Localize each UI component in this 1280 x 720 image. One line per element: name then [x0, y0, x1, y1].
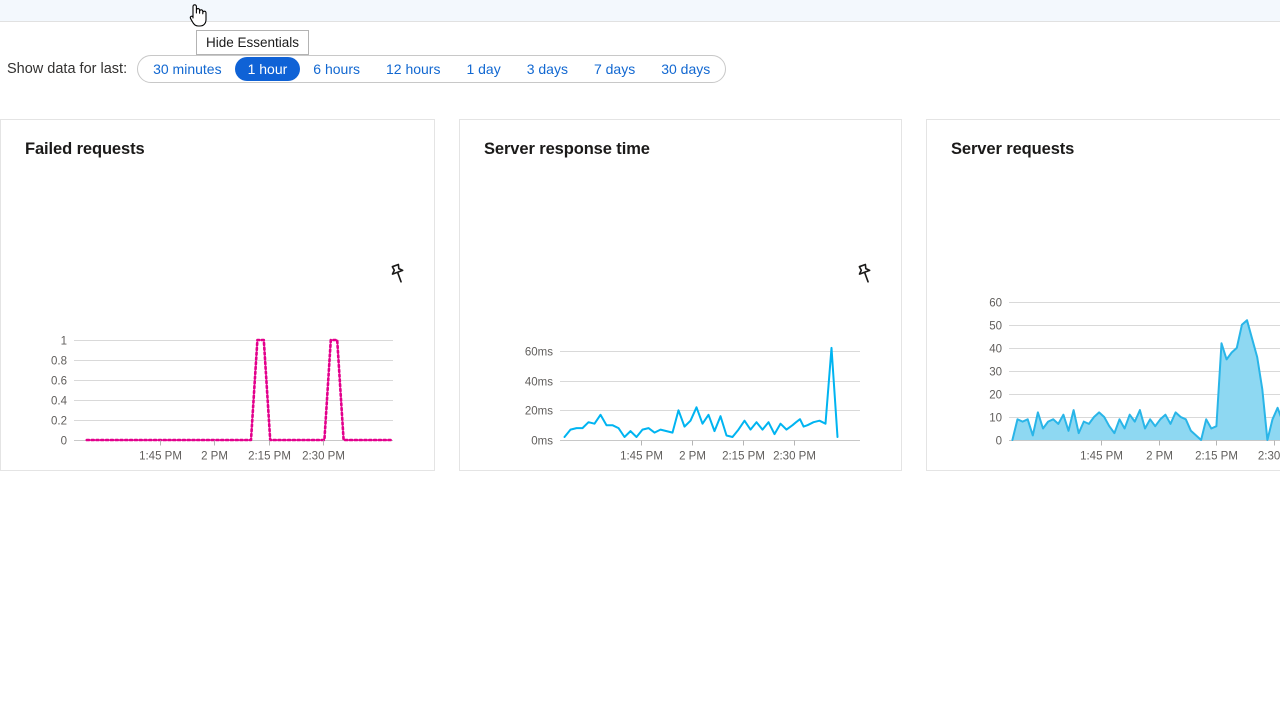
svg-text:2:15 PM: 2:15 PM	[1195, 451, 1238, 463]
time-range-option-12-hours[interactable]: 12 hours	[373, 57, 453, 81]
svg-text:20: 20	[989, 390, 1002, 402]
svg-text:0: 0	[996, 436, 1002, 448]
card-title: Server response time	[484, 140, 650, 158]
server-response-time-chart: 0ms 20ms 40ms 60ms 1:45 PM 2 PM 2:15 PM 2:30 PM	[505, 228, 860, 470]
server-requests-chart: 0 10 20 30 40 50 60 1:45 PM 2 PM 2:15 PM 2:30 P	[977, 201, 1280, 470]
svg-text:1: 1	[61, 336, 67, 348]
svg-text:2 PM: 2 PM	[1146, 451, 1173, 463]
svg-text:2:15 PM: 2:15 PM	[248, 451, 291, 463]
svg-text:2:30 P: 2:30 P	[1258, 451, 1280, 463]
svg-text:40: 40	[989, 344, 1002, 356]
svg-text:2 PM: 2 PM	[201, 451, 228, 463]
time-range-option-1-day[interactable]: 1 day	[453, 57, 513, 81]
time-range-option-1-hour[interactable]: 1 hour	[234, 57, 301, 81]
svg-text:0.2: 0.2	[51, 416, 67, 428]
svg-text:60ms: 60ms	[525, 347, 553, 359]
svg-text:20ms: 20ms	[525, 406, 553, 418]
svg-text:0.6: 0.6	[51, 376, 67, 388]
top-header-strip	[0, 0, 1280, 22]
svg-text:2:15 PM: 2:15 PM	[722, 451, 765, 463]
time-range-label: Show data for last:	[7, 61, 128, 77]
svg-text:10: 10	[989, 413, 1002, 425]
time-range-option-6-hours[interactable]: 6 hours	[300, 57, 373, 81]
svg-text:2 PM: 2 PM	[679, 451, 706, 463]
svg-text:1:45 PM: 1:45 PM	[620, 451, 663, 463]
time-range-selector: Show data for last: 30 minutes 1 hour 6 …	[0, 54, 727, 84]
svg-text:30: 30	[989, 367, 1002, 379]
svg-text:2:30 PM: 2:30 PM	[773, 451, 816, 463]
tooltip-text: Hide Essentials	[206, 34, 300, 50]
time-range-option-7-days[interactable]: 7 days	[581, 57, 648, 81]
time-range-option-30-minutes[interactable]: 30 minutes	[140, 57, 234, 81]
svg-text:0.8: 0.8	[51, 356, 67, 368]
svg-text:1:45 PM: 1:45 PM	[1080, 451, 1123, 463]
card-title: Server requests	[951, 140, 1075, 158]
svg-text:0.4: 0.4	[51, 396, 68, 408]
svg-text:40ms: 40ms	[525, 377, 553, 389]
hide-essentials-tooltip: Hide Essentials	[196, 30, 310, 55]
svg-text:0: 0	[61, 436, 67, 448]
card-server-response-time[interactable]: Server response time 0ms 20ms 40ms 60ms 1:45…	[459, 119, 902, 471]
time-range-option-3-days[interactable]: 3 days	[514, 57, 581, 81]
pin-icon[interactable]	[384, 260, 412, 288]
card-failed-requests[interactable]: Failed requests 0 0.2 0.4 0.6 0.8 1 1:45 PM 2 P…	[0, 119, 435, 471]
card-title: Failed requests	[25, 140, 145, 158]
card-server-requests[interactable]: Server requests 0 10 20 30 40 50 60 1:45 PM 2 PM…	[926, 119, 1280, 471]
failed-requests-chart: 0 0.2 0.4 0.6 0.8 1 1:45 PM 2 PM 2:15 PM 2:30 PM	[45, 328, 395, 470]
svg-text:50: 50	[989, 321, 1002, 333]
time-range-pill-group: 30 minutes 1 hour 6 hours 12 hours 1 day…	[137, 55, 727, 83]
svg-text:2:30 PM: 2:30 PM	[302, 451, 345, 463]
time-range-option-30-days[interactable]: 30 days	[648, 57, 723, 81]
svg-text:60: 60	[989, 298, 1002, 310]
svg-text:1:45 PM: 1:45 PM	[139, 451, 182, 463]
svg-text:0ms: 0ms	[531, 436, 553, 448]
